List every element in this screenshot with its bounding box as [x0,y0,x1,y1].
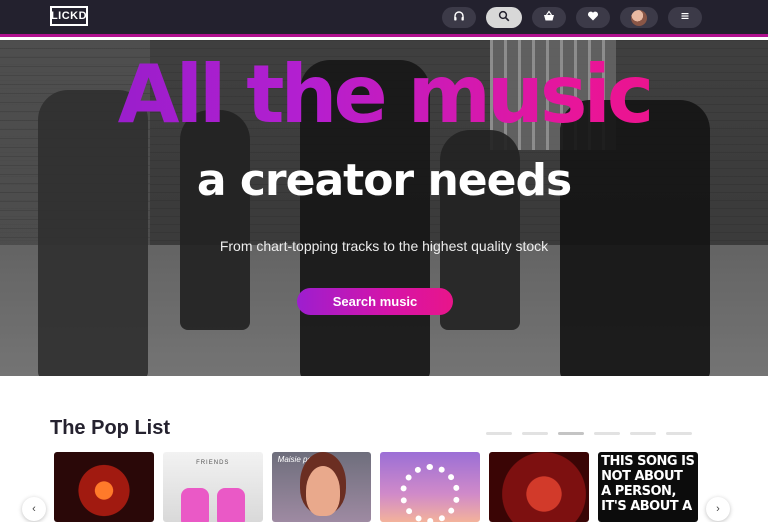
hero-subheadline: a creator needs [196,155,572,206]
chevron-right-icon: › [716,503,720,515]
search-music-button[interactable]: Search music [297,288,453,315]
album-card[interactable]: Maisie peters [271,452,372,522]
menu-icon [679,10,691,25]
album-art-ring [400,464,461,522]
chevron-left-icon: ‹ [32,503,36,515]
album-card-text: THIS SONG IS NOT ABOUT A PERSON, IT'S AB… [601,454,695,514]
nav-buttons [442,7,702,28]
album-card[interactable]: FRIENDS [162,452,263,522]
search-icon [498,10,510,25]
pagination-dot[interactable] [522,432,548,435]
top-navigation-bar: LICKD [0,0,768,37]
avatar [631,9,647,26]
pagination-dot-active[interactable] [558,432,584,435]
pop-list-title: The Pop List [50,417,170,439]
account-button[interactable] [620,7,658,28]
hero-description: From chart-topping tracks to the highest… [219,238,549,254]
headphones-button[interactable] [442,7,476,28]
pagination-dot[interactable] [666,432,692,435]
headphones-icon [453,10,465,25]
album-card-artist: Maisie peters [277,455,326,464]
search-button[interactable] [486,7,522,28]
album-art-figure [180,488,209,522]
hero-headline: All the music [0,50,768,140]
album-art-figure [216,488,245,522]
carousel-next-button[interactable]: › [706,497,730,521]
album-card[interactable]: THIS SONG IS NOT ABOUT A PERSON, IT'S AB… [598,452,698,522]
album-card[interactable] [54,452,154,522]
pop-list-carousel: FRIENDS Maisie peters THIS SONG IS NOT A… [54,452,698,522]
basket-icon [543,10,555,25]
carousel-pagination [486,432,692,435]
album-card-title: FRIENDS [196,460,230,466]
pagination-dot[interactable] [594,432,620,435]
heart-icon [587,10,599,25]
album-card[interactable] [489,452,590,522]
menu-button[interactable] [668,7,702,28]
album-card[interactable] [380,452,481,522]
carousel-prev-button[interactable]: ‹ [22,497,46,521]
favourites-button[interactable] [576,7,610,28]
pagination-dot[interactable] [486,432,512,435]
basket-button[interactable] [532,7,566,28]
album-art-portrait [305,466,340,516]
pagination-dot[interactable] [630,432,656,435]
lickd-logo[interactable]: LICKD [50,6,88,26]
